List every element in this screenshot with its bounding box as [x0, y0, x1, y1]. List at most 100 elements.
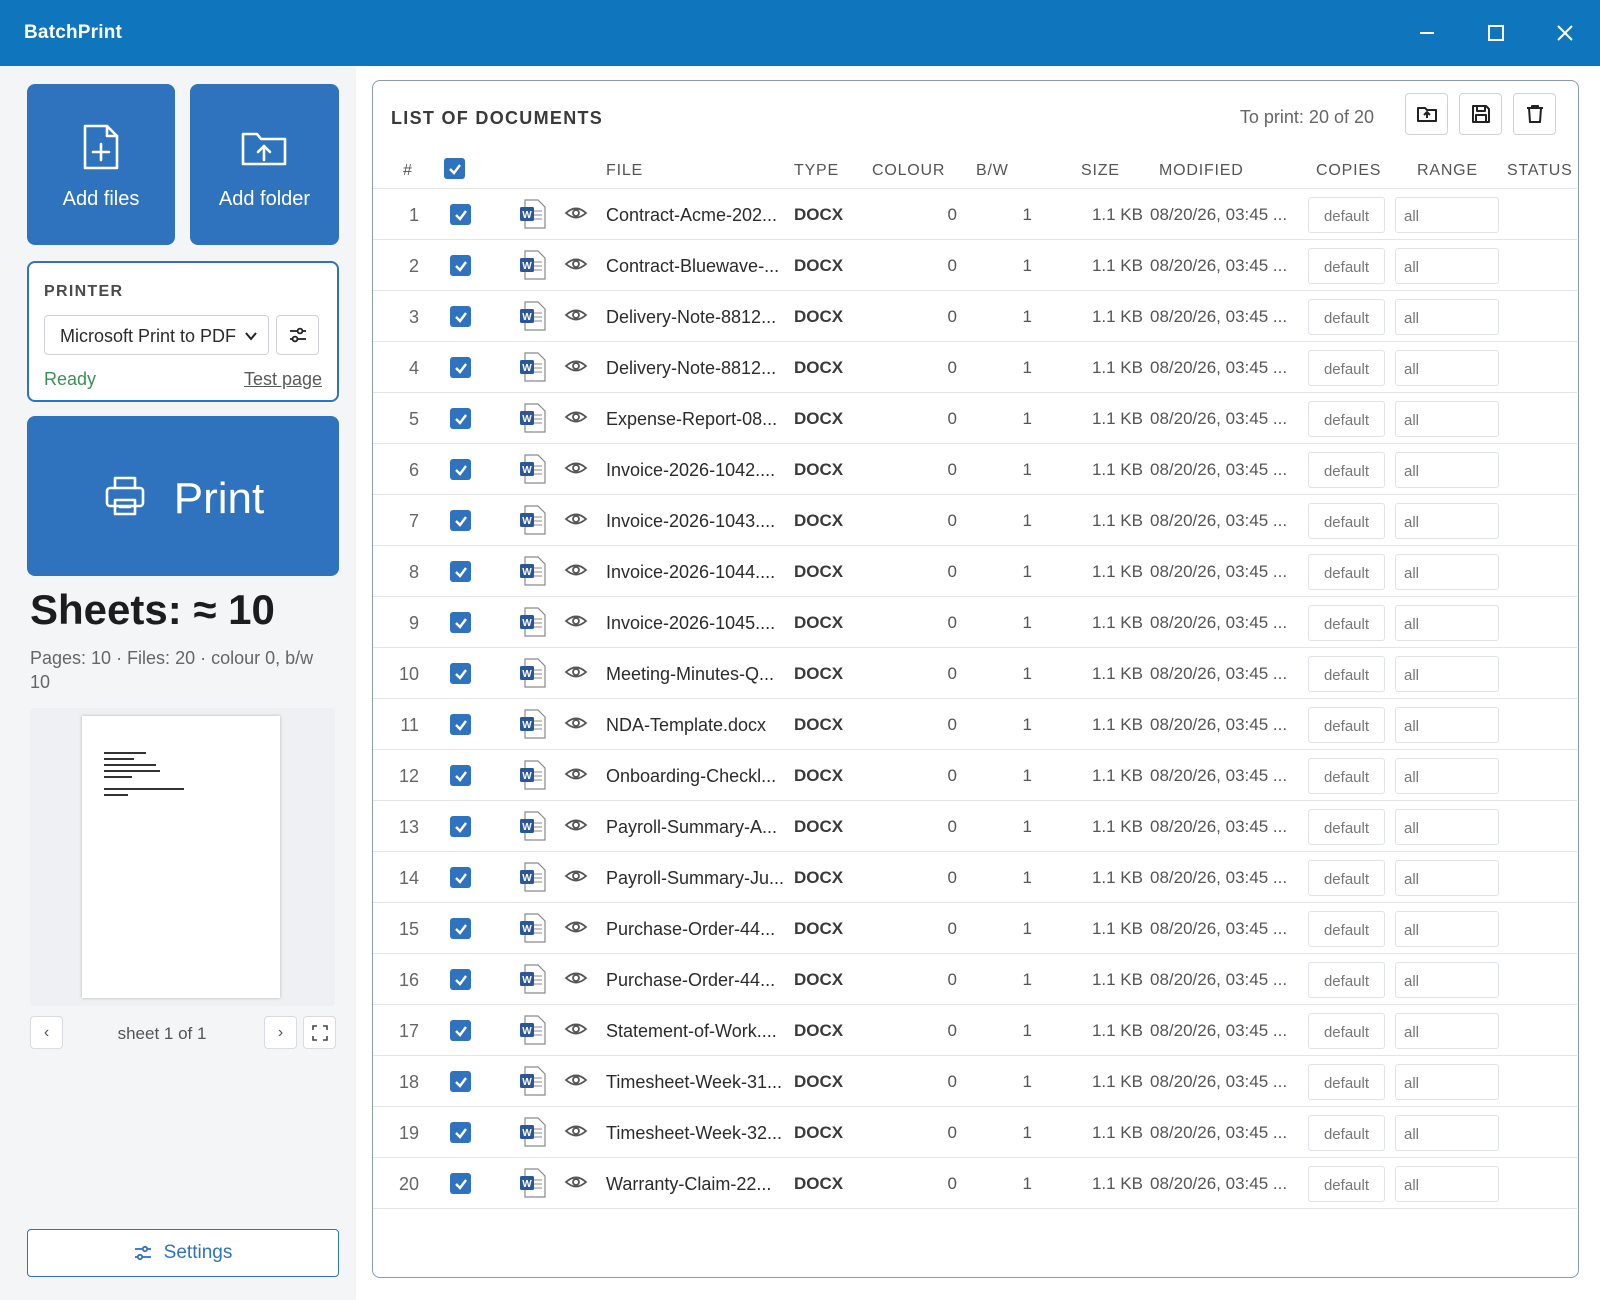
add-files-button[interactable]: Add files — [27, 84, 175, 245]
row-copies-input[interactable]: default — [1308, 1013, 1385, 1049]
eye-icon[interactable] — [564, 408, 588, 426]
eye-icon[interactable] — [564, 969, 588, 987]
row-checkbox[interactable] — [450, 816, 471, 837]
row-checkbox[interactable] — [450, 918, 471, 939]
table-row[interactable]: 9 W Invoice-2026-1045.... DOCX 0 1 1.1 K… — [373, 597, 1577, 648]
prev-sheet-button[interactable]: ‹ — [30, 1016, 63, 1049]
fullscreen-button[interactable] — [303, 1016, 336, 1049]
eye-icon[interactable] — [564, 561, 588, 579]
row-range-input[interactable]: all — [1395, 911, 1499, 947]
row-copies-input[interactable]: default — [1308, 350, 1385, 386]
row-checkbox[interactable] — [450, 459, 471, 480]
eye-icon[interactable] — [564, 612, 588, 630]
eye-icon[interactable] — [564, 459, 588, 477]
row-copies-input[interactable]: default — [1308, 758, 1385, 794]
eye-icon[interactable] — [564, 1122, 588, 1140]
row-range-input[interactable]: all — [1395, 860, 1499, 896]
add-folder-button[interactable]: Add folder — [190, 84, 339, 245]
row-checkbox[interactable] — [450, 255, 471, 276]
eye-icon[interactable] — [564, 1020, 588, 1038]
table-row[interactable]: 4 W Delivery-Note-8812... DOCX 0 1 1.1 K… — [373, 342, 1577, 393]
col-file[interactable]: FILE — [606, 162, 643, 180]
row-copies-input[interactable]: default — [1308, 401, 1385, 437]
col-type[interactable]: TYPE — [794, 162, 839, 180]
row-range-input[interactable]: all — [1395, 197, 1499, 233]
row-range-input[interactable]: all — [1395, 554, 1499, 590]
row-copies-input[interactable]: default — [1308, 962, 1385, 998]
eye-icon[interactable] — [564, 765, 588, 783]
row-copies-input[interactable]: default — [1308, 860, 1385, 896]
row-checkbox[interactable] — [450, 714, 471, 735]
row-checkbox[interactable] — [450, 408, 471, 429]
row-checkbox[interactable] — [450, 510, 471, 531]
row-copies-input[interactable]: default — [1308, 1064, 1385, 1100]
row-range-input[interactable]: all — [1395, 962, 1499, 998]
table-row[interactable]: 12 W Onboarding-Checkl... DOCX 0 1 1.1 K… — [373, 750, 1577, 801]
row-range-input[interactable]: all — [1395, 1013, 1499, 1049]
table-row[interactable]: 19 W Timesheet-Week-32... DOCX 0 1 1.1 K… — [373, 1107, 1577, 1158]
printer-select[interactable]: Microsoft Print to PDF — [44, 315, 269, 355]
row-checkbox[interactable] — [450, 969, 471, 990]
eye-icon[interactable] — [564, 255, 588, 273]
row-copies-input[interactable]: default — [1308, 911, 1385, 947]
row-copies-input[interactable]: default — [1308, 605, 1385, 641]
row-checkbox[interactable] — [450, 612, 471, 633]
eye-icon[interactable] — [564, 510, 588, 528]
row-checkbox[interactable] — [450, 1071, 471, 1092]
row-checkbox[interactable] — [450, 765, 471, 786]
row-checkbox[interactable] — [450, 663, 471, 684]
row-range-input[interactable]: all — [1395, 299, 1499, 335]
row-checkbox[interactable] — [450, 357, 471, 378]
row-checkbox[interactable] — [450, 867, 471, 888]
table-row[interactable]: 8 W Invoice-2026-1044.... DOCX 0 1 1.1 K… — [373, 546, 1577, 597]
clear-list-button[interactable] — [1513, 93, 1556, 135]
save-list-button[interactable] — [1459, 93, 1502, 135]
row-copies-input[interactable]: default — [1308, 554, 1385, 590]
table-row[interactable]: 14 W Payroll-Summary-Ju... DOCX 0 1 1.1 … — [373, 852, 1577, 903]
row-copies-input[interactable]: default — [1308, 656, 1385, 692]
eye-icon[interactable] — [564, 306, 588, 324]
eye-icon[interactable] — [564, 867, 588, 885]
table-row[interactable]: 18 W Timesheet-Week-31... DOCX 0 1 1.1 K… — [373, 1056, 1577, 1107]
row-copies-input[interactable]: default — [1308, 1166, 1385, 1202]
table-row[interactable]: 17 W Statement-of-Work.... DOCX 0 1 1.1 … — [373, 1005, 1577, 1056]
col-bw[interactable]: B/W — [976, 162, 1009, 180]
table-row[interactable]: 5 W Expense-Report-08... DOCX 0 1 1.1 KB… — [373, 393, 1577, 444]
table-row[interactable]: 1 W Contract-Acme-202... DOCX 0 1 1.1 KB… — [373, 189, 1577, 240]
test-page-link[interactable]: Test page — [244, 369, 322, 390]
eye-icon[interactable] — [564, 357, 588, 375]
maximize-button[interactable] — [1474, 12, 1518, 54]
row-range-input[interactable]: all — [1395, 503, 1499, 539]
row-range-input[interactable]: all — [1395, 350, 1499, 386]
table-row[interactable]: 15 W Purchase-Order-44... DOCX 0 1 1.1 K… — [373, 903, 1577, 954]
printer-options-button[interactable] — [276, 315, 319, 355]
row-checkbox[interactable] — [450, 1173, 471, 1194]
table-row[interactable]: 11 W NDA-Template.docx DOCX 0 1 1.1 KB 0… — [373, 699, 1577, 750]
row-checkbox[interactable] — [450, 1020, 471, 1041]
table-row[interactable]: 20 W Warranty-Claim-22... DOCX 0 1 1.1 K… — [373, 1158, 1577, 1209]
row-range-input[interactable]: all — [1395, 1115, 1499, 1151]
eye-icon[interactable] — [564, 714, 588, 732]
row-copies-input[interactable]: default — [1308, 809, 1385, 845]
eye-icon[interactable] — [564, 663, 588, 681]
col-modified[interactable]: MODIFIED — [1159, 162, 1244, 180]
table-row[interactable]: 7 W Invoice-2026-1043.... DOCX 0 1 1.1 K… — [373, 495, 1577, 546]
table-row[interactable]: 6 W Invoice-2026-1042.... DOCX 0 1 1.1 K… — [373, 444, 1577, 495]
row-copies-input[interactable]: default — [1308, 299, 1385, 335]
row-checkbox[interactable] — [450, 561, 471, 582]
minimize-button[interactable] — [1405, 12, 1449, 54]
row-copies-input[interactable]: default — [1308, 248, 1385, 284]
table-row[interactable]: 16 W Purchase-Order-44... DOCX 0 1 1.1 K… — [373, 954, 1577, 1005]
open-list-button[interactable] — [1405, 93, 1448, 135]
row-copies-input[interactable]: default — [1308, 452, 1385, 488]
print-button[interactable]: Print — [27, 416, 339, 576]
eye-icon[interactable] — [564, 1071, 588, 1089]
table-row[interactable]: 13 W Payroll-Summary-A... DOCX 0 1 1.1 K… — [373, 801, 1577, 852]
col-size[interactable]: SIZE — [1081, 162, 1120, 180]
row-range-input[interactable]: all — [1395, 1064, 1499, 1100]
row-copies-input[interactable]: default — [1308, 503, 1385, 539]
eye-icon[interactable] — [564, 1173, 588, 1191]
col-colour[interactable]: COLOUR — [872, 162, 945, 180]
eye-icon[interactable] — [564, 204, 588, 222]
select-all-checkbox[interactable] — [444, 158, 465, 179]
